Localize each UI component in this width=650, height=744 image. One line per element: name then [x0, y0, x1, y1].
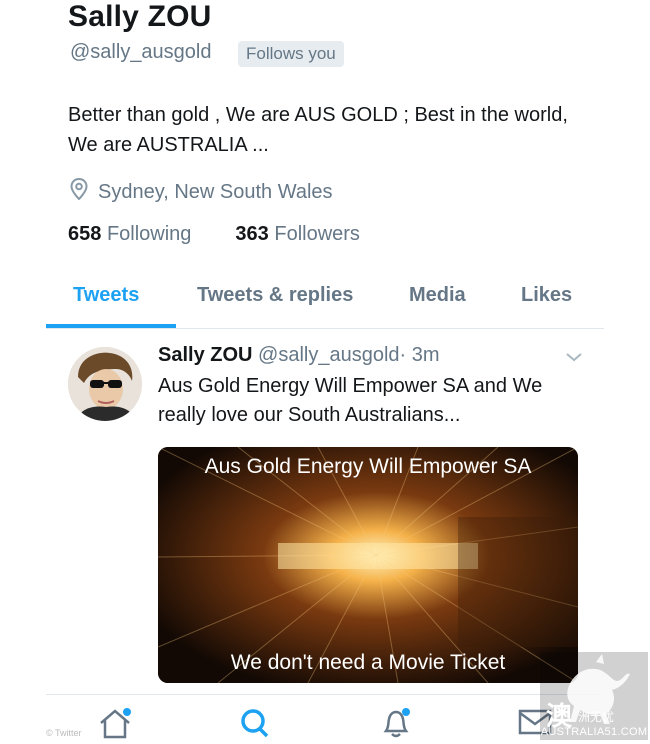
avatar[interactable] — [68, 347, 142, 421]
notifications-icon[interactable] — [380, 707, 412, 744]
active-tab-indicator — [46, 324, 176, 328]
tweet-media-image[interactable]: Aus Gold Energy Will Empower SA We don't… — [158, 447, 578, 683]
profile-bio: Better than gold , We are AUS GOLD ; Bes… — [68, 104, 568, 156]
profile-tabs: Tweets Tweets & replies Media Likes — [46, 270, 604, 329]
tab-tweets-replies[interactable]: Tweets & replies — [197, 284, 353, 307]
tab-likes[interactable]: Likes — [521, 284, 572, 307]
watermark-text: AUSTRALIA51.COM — [540, 726, 648, 738]
following-count: 658 — [68, 223, 102, 245]
following-link[interactable]: 658 Following — [68, 223, 191, 246]
chevron-down-icon[interactable] — [565, 350, 583, 368]
image-credit: © Twitter — [46, 728, 82, 738]
home-icon[interactable] — [98, 707, 132, 744]
followers-count: 363 — [235, 223, 269, 245]
followers-link[interactable]: 363 Followers — [235, 223, 360, 246]
tweet-timestamp: · 3m — [399, 344, 440, 366]
profile-name: Sally ZOU — [68, 0, 212, 33]
location-text: Sydney, New South Wales — [98, 180, 333, 203]
tab-tweets[interactable]: Tweets — [73, 284, 139, 307]
tweet-text: Aus Gold Energy Will Empower SA and We r… — [158, 375, 543, 426]
tweet-author-handle[interactable]: @sally_ausgold — [258, 344, 400, 366]
tweet-author-name[interactable]: Sally ZOU — [158, 344, 252, 366]
media-caption-top: Aus Gold Energy Will Empower SA — [204, 455, 532, 478]
watermark-logo: 澳 洲无忧 AUSTRALIA51.COM — [540, 652, 648, 740]
follows-you-badge: Follows you — [238, 41, 344, 67]
followers-label: Followers — [274, 223, 360, 245]
search-icon[interactable] — [240, 707, 270, 744]
profile-stats: 658 Following 363 Followers — [68, 223, 360, 246]
bottom-nav — [46, 694, 604, 743]
location-pin-icon — [70, 177, 88, 206]
profile-location: Sydney, New South Wales — [70, 177, 333, 206]
watermark-small-text: 洲无忧 — [578, 710, 615, 724]
tab-media[interactable]: Media — [409, 284, 466, 307]
tweet-header: Sally ZOU @sally_ausgold· 3m — [158, 344, 440, 367]
following-label: Following — [106, 223, 192, 245]
media-caption-bottom: We don't need a Movie Ticket — [230, 651, 506, 674]
profile-handle: @sally_ausgold — [70, 41, 212, 63]
